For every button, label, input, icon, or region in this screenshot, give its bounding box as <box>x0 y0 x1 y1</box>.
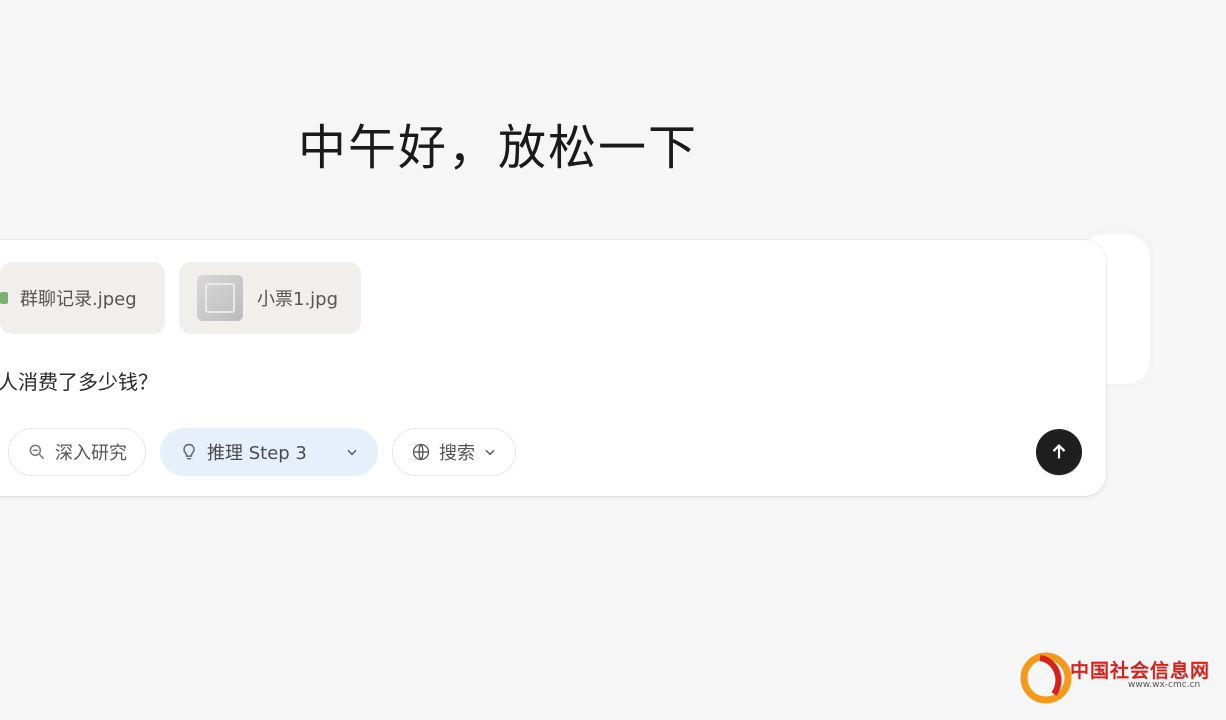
search-label: 搜索 <box>439 443 475 464</box>
reasoning-label: 推理 Step 3 <box>207 443 307 464</box>
chevron-down-icon <box>345 445 359 459</box>
deep-research-label: 深入研究 <box>55 443 127 464</box>
chevron-down-icon <box>483 445 497 459</box>
attachment-chip[interactable]: 群聊记录.jpeg <box>0 262 165 334</box>
attachment-list: 群聊记录.jpeg 小票1.jpg <box>0 262 361 334</box>
globe-icon <box>411 442 431 462</box>
composer-toolbar: 深入研究 推理 Step 3 搜索 <box>8 428 516 476</box>
deep-research-button[interactable]: 深入研究 <box>8 428 146 476</box>
attachment-name: 群聊记录.jpeg <box>20 289 137 310</box>
image-file-icon <box>0 292 8 304</box>
attachment-chip[interactable]: 小票1.jpg <box>179 262 361 334</box>
message-input-text[interactable]: 人消费了多少钱？ <box>0 366 158 395</box>
watermark-name: 中国社会信息网 <box>1070 660 1211 682</box>
watermark-url: www.wx-cmc.cn <box>1128 680 1201 690</box>
image-thumbnail <box>197 275 243 321</box>
search-document-icon <box>27 442 47 462</box>
greeting-title: 中午好，放松一下 <box>298 120 699 176</box>
send-button[interactable] <box>1036 429 1082 475</box>
search-toggle-button[interactable]: 搜索 <box>392 428 516 476</box>
lightbulb-icon <box>179 442 199 462</box>
attachment-name: 小票1.jpg <box>257 289 339 310</box>
reasoning-model-selector[interactable]: 推理 Step 3 <box>160 428 378 476</box>
arrow-up-icon <box>1052 444 1066 459</box>
brand-logo-icon <box>1020 652 1072 704</box>
watermark-logo: 中国社会信息网 www.wx-cmc.cn <box>1018 646 1218 708</box>
